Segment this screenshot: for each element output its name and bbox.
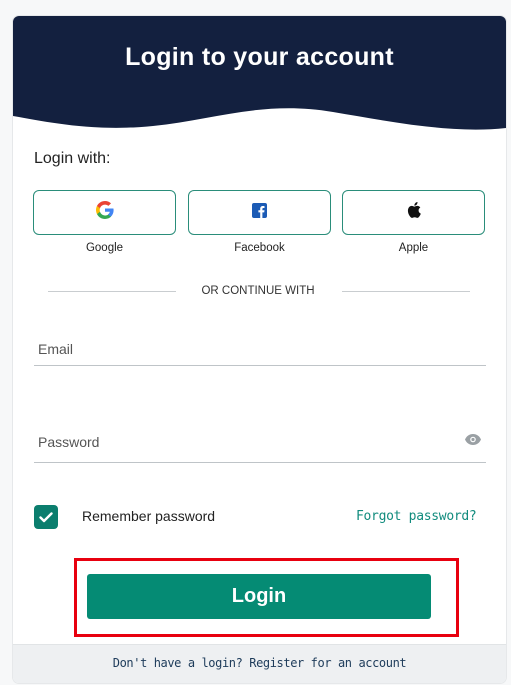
google-icon — [95, 201, 114, 224]
login-card: Login to your account Login with: Google… — [13, 16, 506, 683]
password-underline — [34, 462, 486, 463]
email-field[interactable]: Email — [38, 341, 73, 357]
password-field[interactable]: Password — [38, 434, 99, 450]
page-title: Login to your account — [125, 43, 394, 71]
login-with-label: Login with: — [34, 150, 111, 167]
facebook-login-button[interactable] — [188, 190, 331, 235]
apple-login-button[interactable] — [342, 190, 485, 235]
register-link[interactable]: Don't have a login? Register for an acco… — [13, 656, 506, 670]
divider-text: OR CONTINUE WITH — [201, 285, 315, 297]
checkmark-icon — [39, 511, 53, 522]
google-login-button[interactable] — [33, 190, 176, 235]
google-label: Google — [85, 242, 124, 254]
apple-label: Apple — [398, 242, 429, 254]
remember-label[interactable]: Remember password — [82, 508, 215, 524]
facebook-icon — [252, 202, 267, 223]
email-underline — [34, 365, 486, 366]
forgot-password-link[interactable]: Forgot password? — [356, 509, 477, 524]
facebook-label: Facebook — [234, 242, 285, 254]
login-button[interactable]: Login — [87, 574, 431, 619]
divider-left — [48, 291, 176, 292]
remember-checkbox[interactable] — [34, 505, 58, 529]
header-wave-background — [13, 16, 506, 130]
apple-icon — [407, 202, 421, 223]
divider-right — [342, 291, 470, 292]
login-header: Login to your account — [13, 16, 506, 141]
eye-icon[interactable] — [465, 432, 481, 450]
footer: Don't have a login? Register for an acco… — [13, 644, 506, 683]
